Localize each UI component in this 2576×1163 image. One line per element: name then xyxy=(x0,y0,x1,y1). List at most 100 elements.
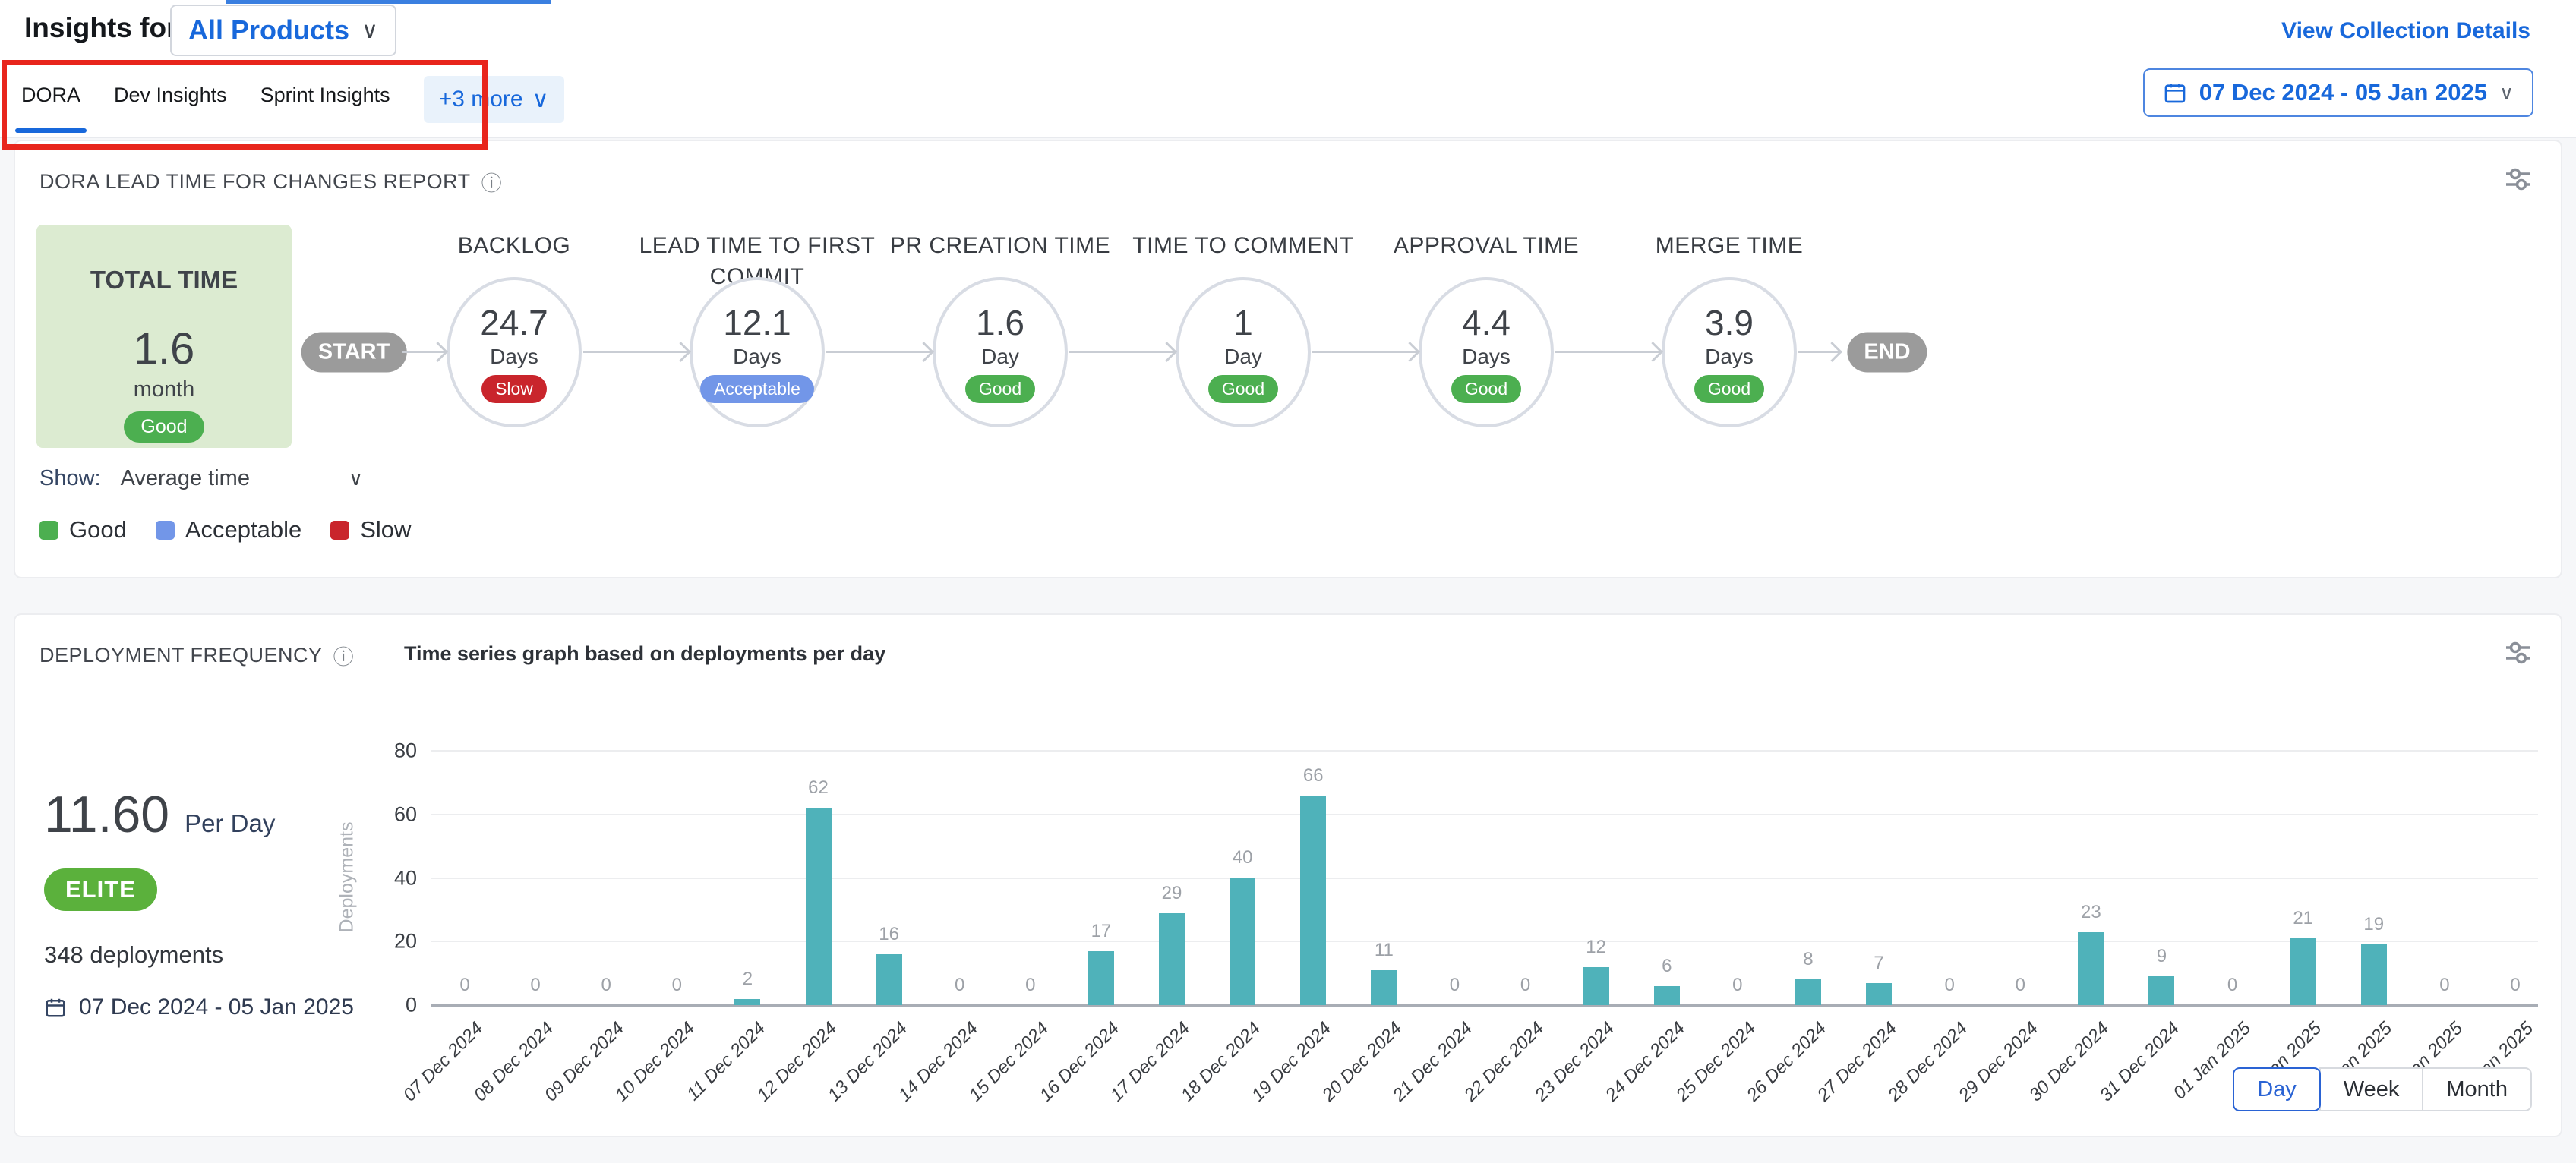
cropped-link-remnant xyxy=(226,0,551,4)
deployment-bar[interactable] xyxy=(2290,938,2316,1005)
tab-dev-insights[interactable]: Dev Insights xyxy=(114,74,227,136)
deployment-rate-unit: Per Day xyxy=(185,809,275,838)
lead-time-report-card: DORA LEAD TIME FOR CHANGES REPORT ⓘ TOTA… xyxy=(14,140,2562,578)
bar-value-label: 0 xyxy=(497,975,573,996)
chart-settings-sliders-icon[interactable] xyxy=(2503,638,2533,668)
stage-status-badge: Good xyxy=(1694,375,1764,403)
total-deployments-count: 348 deployments xyxy=(44,941,223,969)
flow-arrow xyxy=(583,351,688,353)
flow-end-pill: END xyxy=(1847,333,1927,373)
info-icon[interactable]: ⓘ xyxy=(333,641,354,670)
stage-unit: Day xyxy=(1224,345,1262,369)
deployment-bar[interactable] xyxy=(1654,986,1680,1005)
deployment-bar[interactable] xyxy=(734,999,760,1005)
chart-title: Time series graph based on deployments p… xyxy=(404,642,886,666)
legend-swatch xyxy=(39,521,58,540)
legend-swatch xyxy=(330,521,349,540)
show-label: Show: xyxy=(39,466,101,491)
stage-value: 12.1 xyxy=(723,302,791,343)
bar-value-label: 0 xyxy=(1488,975,1564,996)
bar-value-label: 0 xyxy=(568,975,644,996)
chevron-down-icon: ∨ xyxy=(361,17,378,44)
top-header-bar: Insights for All Products ∨ View Collect… xyxy=(0,0,2576,138)
chevron-down-icon: ∨ xyxy=(349,467,363,490)
status-legend: GoodAcceptableSlow xyxy=(39,516,411,544)
deployment-bar[interactable] xyxy=(2148,976,2174,1005)
flow-arrow xyxy=(1555,351,1660,353)
flow-arrow xyxy=(1798,351,1839,353)
product-selector-dropdown[interactable]: All Products ∨ xyxy=(170,5,396,56)
stage-metric-circle: 12.1DaysAcceptable xyxy=(690,277,825,427)
bar-value-label: 16 xyxy=(851,924,927,945)
gridline xyxy=(431,814,2538,815)
deployment-bar[interactable] xyxy=(1159,913,1185,1005)
deployment-bar[interactable] xyxy=(2078,932,2104,1005)
legend-item: Good xyxy=(39,516,127,544)
tab-dora[interactable]: DORA xyxy=(21,74,80,136)
stage-unit: Days xyxy=(1462,345,1511,369)
bar-value-label: 40 xyxy=(1204,847,1280,868)
y-axis-tick-label: 80 xyxy=(394,739,417,763)
deployment-card-header: DEPLOYMENT FREQUENCY ⓘ xyxy=(39,641,354,670)
chart-settings-sliders-icon[interactable] xyxy=(2503,164,2533,194)
more-tabs-label: +3 more xyxy=(439,87,523,112)
gridline xyxy=(431,750,2538,752)
stage-status-badge: Good xyxy=(1451,375,1521,403)
total-time-unit: month xyxy=(134,377,195,402)
date-range-picker[interactable]: 07 Dec 2024 - 05 Jan 2025 ∨ xyxy=(2143,68,2533,117)
deployment-bar[interactable] xyxy=(1795,979,1821,1005)
stage-unit: Day xyxy=(981,345,1019,369)
deployment-bar[interactable] xyxy=(1866,983,1892,1005)
stage-unit: Days xyxy=(1705,345,1754,369)
info-icon[interactable]: ⓘ xyxy=(481,167,502,197)
stage-status-badge: Good xyxy=(965,375,1035,403)
deployment-card-title: DEPLOYMENT FREQUENCY xyxy=(39,644,323,667)
bar-value-label: 0 xyxy=(639,975,715,996)
deployment-bar[interactable] xyxy=(1230,878,1255,1005)
stage-metric-circle: 1.6DayGood xyxy=(933,277,1068,427)
total-time-summary: TOTAL TIME 1.6 month Good xyxy=(36,225,292,448)
deployment-bar[interactable] xyxy=(1088,951,1114,1005)
granularity-month-button[interactable]: Month xyxy=(2422,1067,2532,1111)
total-time-label: TOTAL TIME xyxy=(90,266,238,295)
bar-value-label: 11 xyxy=(1346,940,1422,961)
granularity-week-button[interactable]: Week xyxy=(2319,1067,2424,1111)
deployment-bar[interactable] xyxy=(1300,796,1326,1005)
y-axis-tick-label: 20 xyxy=(394,930,417,953)
y-axis-tick-label: 0 xyxy=(406,994,417,1017)
deployment-rate: 11.60 Per Day xyxy=(44,785,275,844)
show-metric-dropdown[interactable]: Show: Average time ∨ xyxy=(39,466,363,491)
performance-tier-badge: ELITE xyxy=(44,868,157,911)
deployment-bar[interactable] xyxy=(1371,970,1397,1005)
bar-value-label: 0 xyxy=(2477,975,2553,996)
more-tabs-dropdown[interactable]: +3 more ∨ xyxy=(424,76,564,123)
calendar-icon xyxy=(44,996,67,1019)
bar-value-label: 0 xyxy=(993,975,1069,996)
deployment-bar[interactable] xyxy=(806,808,832,1005)
stage-name-label: APPROVAL TIME xyxy=(1346,231,1627,262)
bar-value-label: 29 xyxy=(1134,883,1210,904)
deployment-bar[interactable] xyxy=(1583,967,1609,1005)
stage-unit: Days xyxy=(490,345,538,369)
bar-value-label: 7 xyxy=(1841,953,1917,974)
flow-arrow xyxy=(826,351,931,353)
stage-metric-circle: 4.4DaysGood xyxy=(1419,277,1554,427)
view-collection-details-link[interactable]: View Collection Details xyxy=(2281,18,2530,44)
bar-value-label: 0 xyxy=(1982,975,2058,996)
stage-name-label: PR CREATION TIME xyxy=(860,231,1141,262)
chevron-down-icon: ∨ xyxy=(2499,81,2514,105)
granularity-day-button[interactable]: Day xyxy=(2233,1067,2321,1111)
y-axis-tick-label: 40 xyxy=(394,866,417,890)
bar-value-label: 0 xyxy=(2407,975,2483,996)
tab-sprint-insights[interactable]: Sprint Insights xyxy=(260,74,390,136)
lead-time-card-title: DORA LEAD TIME FOR CHANGES REPORT xyxy=(39,170,471,194)
chevron-down-icon: ∨ xyxy=(532,87,549,113)
calendar-icon xyxy=(2163,80,2187,105)
stage-metric-circle: 1DayGood xyxy=(1176,277,1311,427)
flow-start-pill: START xyxy=(301,333,407,373)
bar-value-label: 17 xyxy=(1063,921,1139,942)
show-selected-value: Average time xyxy=(121,466,250,491)
bar-value-label: 6 xyxy=(1629,956,1705,977)
deployment-bar[interactable] xyxy=(876,954,902,1005)
deployment-bar[interactable] xyxy=(2361,944,2387,1005)
